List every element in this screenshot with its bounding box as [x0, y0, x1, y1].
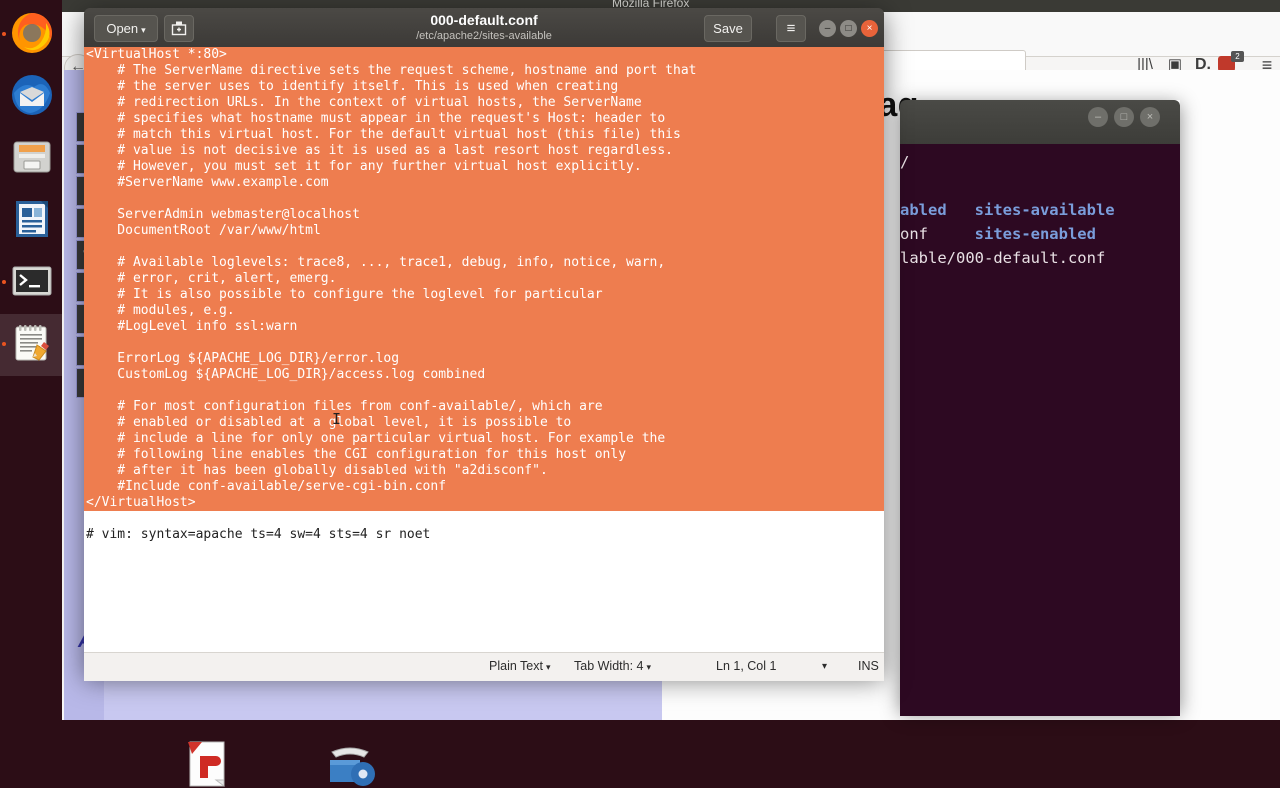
- insert-mode-label: INS: [858, 659, 879, 673]
- terminal-close-button[interactable]: ×: [1140, 107, 1160, 127]
- document-line: [84, 239, 884, 255]
- ubuntu-dock: [0, 0, 62, 720]
- document-line: # The ServerName directive sets the requ…: [84, 63, 884, 79]
- language-selector[interactable]: Plain Text ▾: [489, 659, 551, 673]
- pdf-document-icon[interactable]: [186, 740, 228, 788]
- document-line: # specifies what hostname must appear in…: [84, 111, 884, 127]
- document-line: </VirtualHost>: [84, 495, 884, 511]
- document-line: # redirection URLs. In the context of vi…: [84, 95, 884, 111]
- document-path: /etc/apache2/sites-available: [416, 30, 552, 42]
- document-line: # It is also possible to configure the l…: [84, 287, 884, 303]
- close-button[interactable]: ×: [861, 20, 878, 37]
- document-line: # the server uses to identify itself. Th…: [84, 79, 884, 95]
- terminal-minimize-button[interactable]: –: [1088, 107, 1108, 127]
- save-as-icon: [171, 21, 187, 36]
- chevron-down-icon: ▾: [646, 662, 652, 672]
- document-line: CustomLog ${APACHE_LOG_DIR}/access.log c…: [84, 367, 884, 383]
- files-icon: [13, 141, 51, 173]
- position-chevron-down-icon[interactable]: ▾: [822, 661, 827, 672]
- software-package-icon[interactable]: [324, 742, 378, 788]
- menu-icon[interactable]: ≡: [776, 15, 806, 42]
- document-line: <VirtualHost *:80>: [84, 47, 884, 63]
- thunderbird-icon: [12, 75, 52, 115]
- terminal-maximize-button[interactable]: □: [1114, 107, 1134, 127]
- minimize-button[interactable]: –: [819, 20, 836, 37]
- save-as-button[interactable]: [164, 15, 194, 42]
- running-indicator-dot: [2, 342, 6, 346]
- document-line: [84, 383, 884, 399]
- document-line: # However, you must set it for any furth…: [84, 159, 884, 175]
- text-ibeam-cursor: I: [332, 410, 342, 428]
- terminal-icon: [12, 266, 52, 296]
- document-line: #Include conf-available/serve-cgi-bin.co…: [84, 479, 884, 495]
- open-file-button[interactable]: Open ▾: [94, 15, 158, 42]
- terminal-line: abled sites-available: [900, 201, 1115, 219]
- cursor-position-label: Ln 1, Col 1: [716, 659, 777, 673]
- document-line: # Available loglevels: trace8, ..., trac…: [84, 255, 884, 271]
- document-line: [84, 335, 884, 351]
- dock-item-firefox[interactable]: [0, 4, 62, 66]
- language-label: Plain Text: [489, 659, 543, 673]
- terminal-output-area[interactable]: / abled sites-available onf sites-enabled…: [900, 144, 1180, 716]
- maximize-button[interactable]: □: [840, 20, 857, 37]
- document-line: # after it has been globally disabled wi…: [84, 463, 884, 479]
- status-bar: Plain Text ▾ Tab Width: 4 ▾ Ln 1, Col 1 ▾ …: [84, 652, 884, 681]
- chevron-down-icon: ▾: [141, 25, 146, 35]
- document-text-area[interactable]: I <VirtualHost *:80> # The ServerName di…: [84, 47, 884, 652]
- document-line: # modules, e.g.: [84, 303, 884, 319]
- document-line: # error, crit, alert, emerg.: [84, 271, 884, 287]
- terminal-line: /: [900, 153, 910, 171]
- tab-width-label: Tab Width: 4: [574, 659, 644, 673]
- terminal-line: onf sites-enabled: [900, 225, 1096, 243]
- document-line: #ServerName www.example.com: [84, 175, 884, 191]
- document-line: # vim: syntax=apache ts=4 sw=4 sts=4 sr …: [86, 527, 431, 542]
- dock-item-thunderbird[interactable]: [0, 66, 62, 128]
- tab-width-selector[interactable]: Tab Width: 4 ▾: [574, 659, 651, 673]
- libreoffice-writer-icon: [16, 201, 48, 237]
- text-editor-headerbar: Open ▾ 000-default.conf /etc/apache2/site…: [84, 8, 884, 48]
- dock-item-terminal[interactable]: [0, 252, 62, 314]
- document-line: ErrorLog ${APACHE_LOG_DIR}/error.log: [84, 351, 884, 367]
- save-button[interactable]: Save: [704, 15, 752, 42]
- document-line: ServerAdmin webmaster@localhost: [84, 207, 884, 223]
- document-line: # include a line for only one particular…: [84, 431, 884, 447]
- document-line: [84, 191, 884, 207]
- document-line: DocumentRoot /var/www/html: [84, 223, 884, 239]
- open-button-label: Open: [106, 21, 139, 36]
- running-indicator-dot: [2, 32, 6, 36]
- chevron-down-icon: ▾: [545, 662, 551, 672]
- document-line: #LogLevel info ssl:warn: [84, 319, 884, 335]
- document-line: # For most configuration files from conf…: [84, 399, 884, 415]
- dock-item-libreoffice-writer[interactable]: [0, 190, 62, 252]
- dock-item-files[interactable]: [0, 128, 62, 190]
- document-line: # enabled or disabled at a global level,…: [84, 415, 884, 431]
- terminal-window[interactable]: – □ × / abled sites-available onf sites-e…: [900, 100, 1180, 716]
- terminal-titlebar[interactable]: – □ ×: [900, 100, 1180, 144]
- text-editor-window[interactable]: Open ▾ 000-default.conf /etc/apache2/site…: [84, 8, 884, 681]
- document-line: # match this virtual host. For the defau…: [84, 127, 884, 143]
- ublock-blocked-count-badge: 2: [1231, 51, 1244, 62]
- running-indicator-dot: [2, 280, 6, 284]
- document-line: # following line enables the CGI configu…: [84, 447, 884, 463]
- document-line: # value is not decisive as it is used as…: [84, 143, 884, 159]
- firefox-icon: [12, 13, 52, 53]
- text-editor-icon: [15, 325, 49, 361]
- terminal-line: lable/000-default.conf: [900, 249, 1106, 267]
- document-title: 000-default.conf: [430, 12, 538, 28]
- dock-item-text-editor[interactable]: [0, 314, 62, 376]
